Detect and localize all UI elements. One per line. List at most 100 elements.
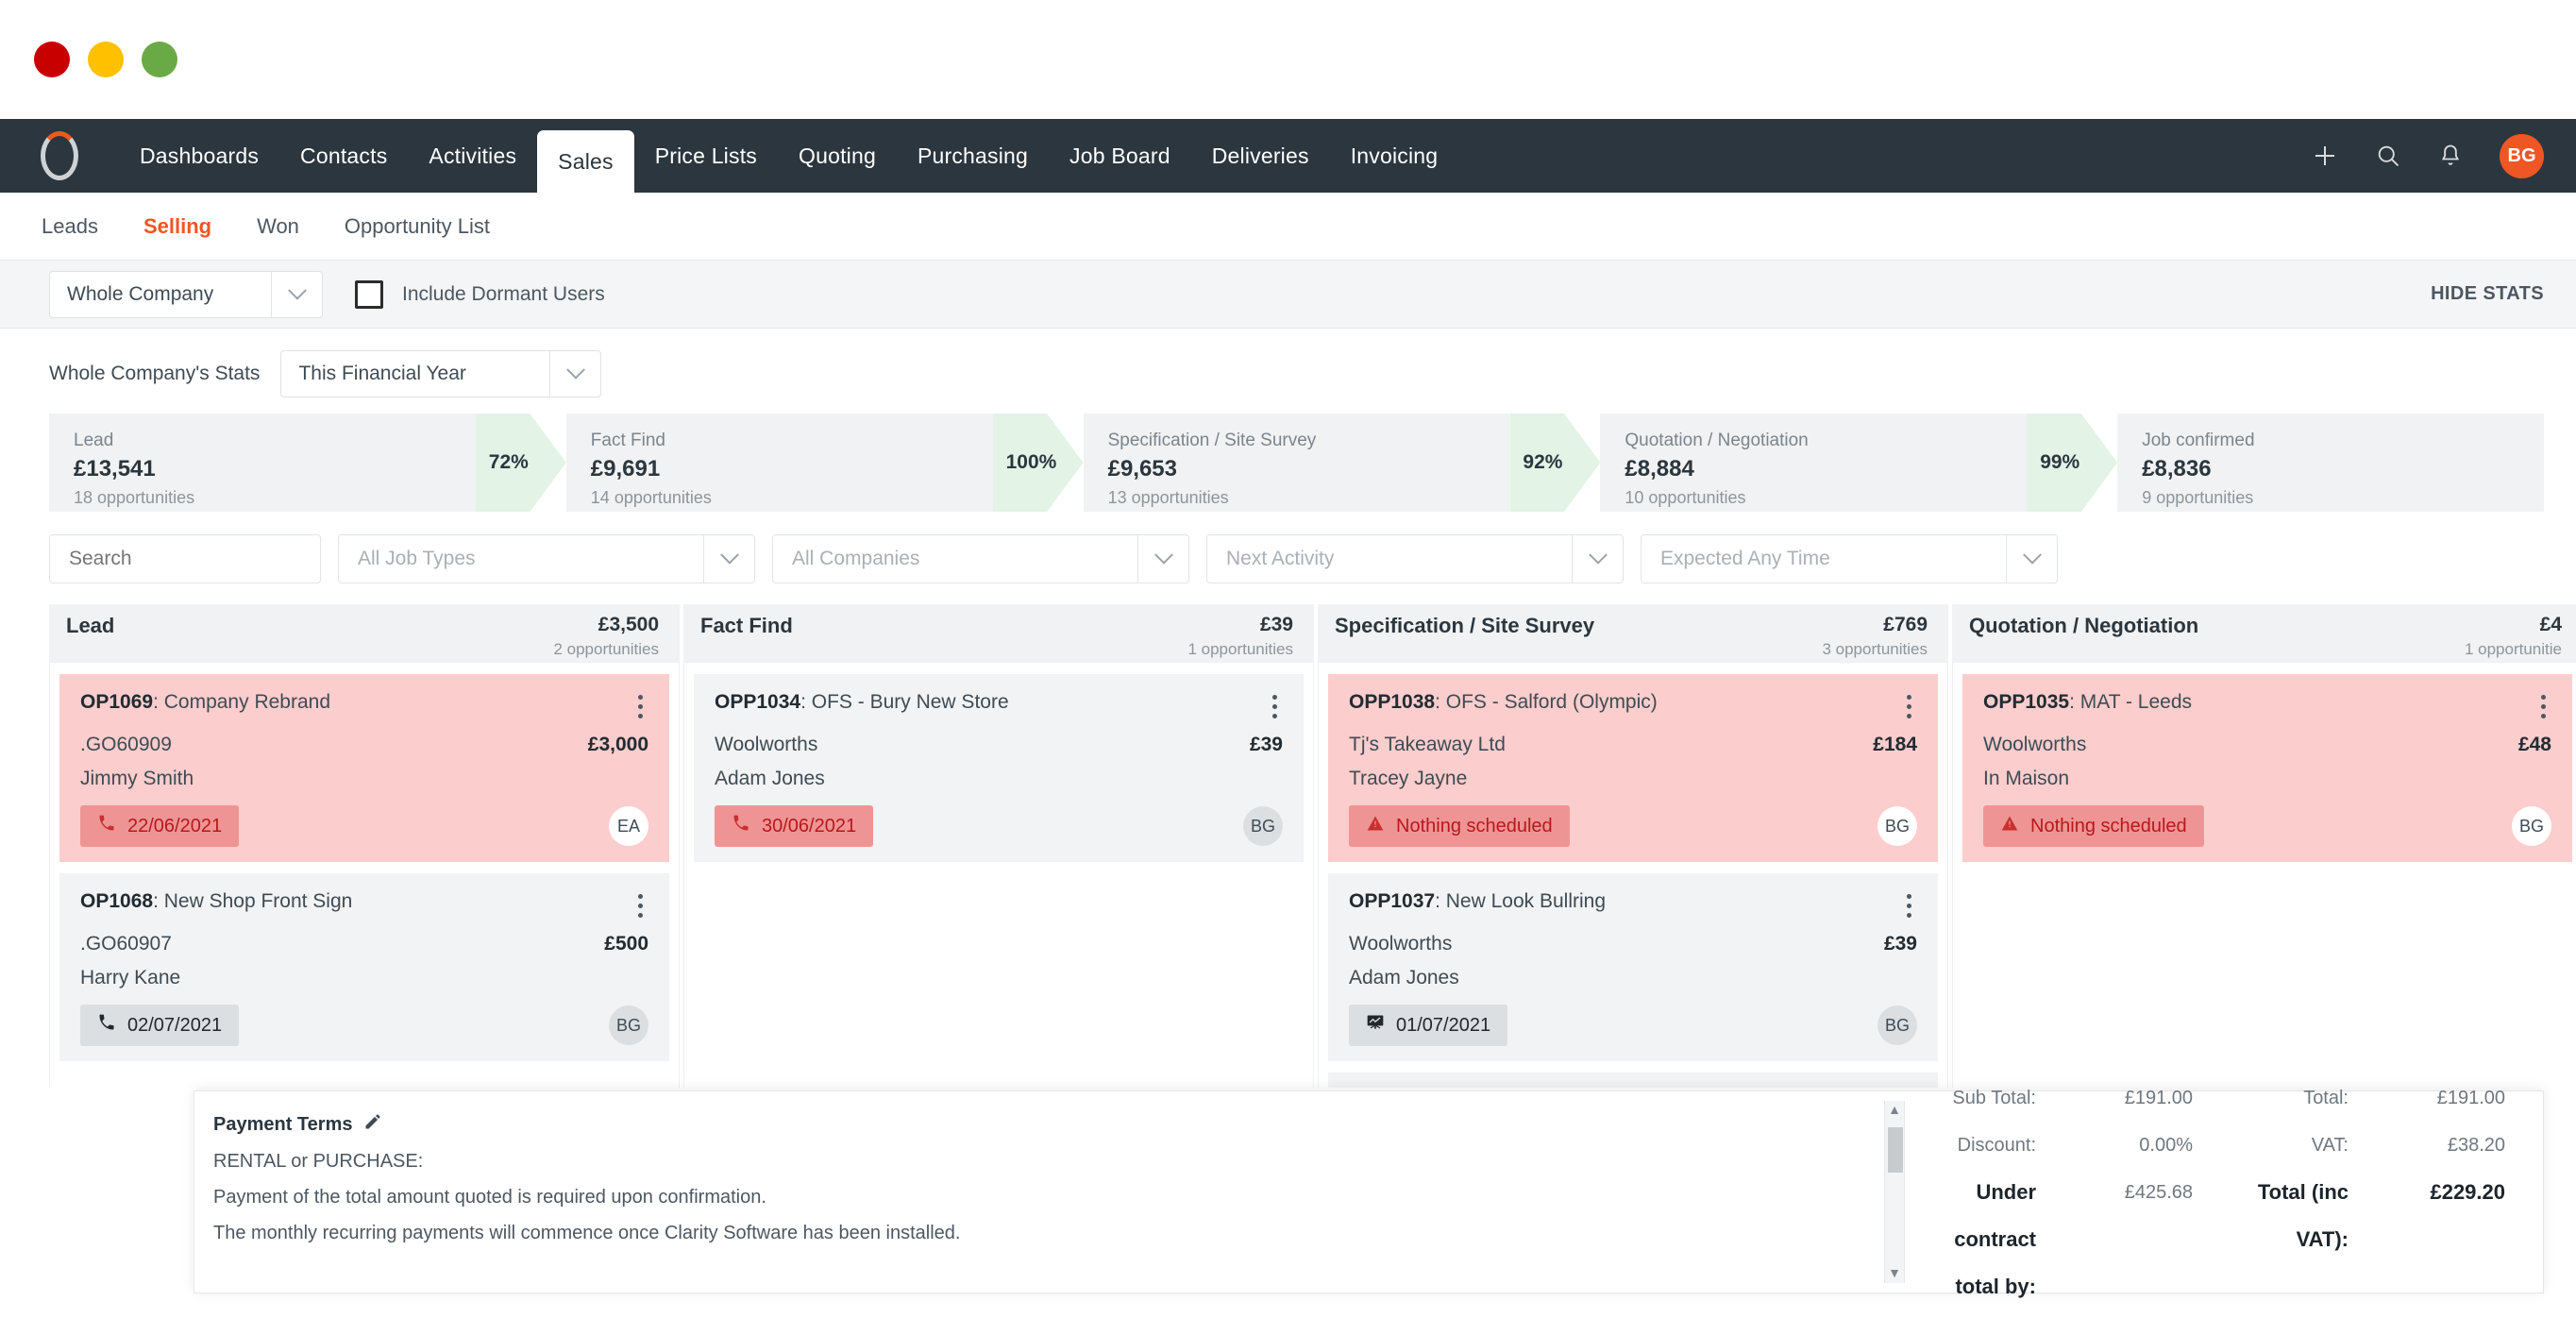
nav-item-activities[interactable]: Activities [408, 119, 537, 193]
under-contract-label: Under contract total by: [1954, 1179, 2036, 1298]
minimize-button[interactable] [88, 42, 124, 77]
chevron-down-icon[interactable] [1572, 535, 1623, 583]
chevron-down-icon[interactable] [271, 271, 322, 317]
column-cards[interactable]: OP1069: Company Rebrand .GO60909 £3,000 … [49, 663, 680, 1088]
stage-lead[interactable]: Lead £13,541 18 opportunities [49, 414, 476, 512]
nav-item-sales[interactable]: Sales [537, 130, 634, 193]
card-company: Tj's Takeaway Ltd [1349, 734, 1506, 755]
card-activity-pill[interactable]: 01/07/2021 [1349, 1005, 1508, 1046]
expected-time-select[interactable]: Expected Any Time [1641, 534, 2058, 583]
stats-period-select[interactable]: This Financial Year [280, 350, 602, 397]
stage-specification[interactable]: Specification / Site Survey £9,653 13 op… [1083, 414, 1510, 512]
titlebar [0, 0, 2576, 119]
stage-fact-find[interactable]: Fact Find £9,691 14 opportunities [565, 414, 993, 512]
terms-scrollbar[interactable]: ▲ ▼ [1884, 1101, 1905, 1283]
stage-value: £8,884 [1625, 456, 1694, 482]
search-input[interactable] [49, 534, 321, 583]
chevron-down-icon[interactable] [2006, 535, 2057, 583]
user-avatar[interactable]: BG [2500, 133, 2544, 178]
payment-terms-label: Payment Terms [213, 1113, 353, 1135]
card-owner-avatar[interactable]: BG [1877, 1005, 1917, 1045]
conversion-percent: 72% [488, 451, 529, 473]
bell-icon[interactable] [2437, 143, 2464, 169]
chevron-down-icon[interactable] [549, 351, 600, 397]
card-owner-avatar[interactable]: BG [2512, 806, 2551, 846]
column-cards[interactable]: OPP1035: MAT - Leeds Woolworths £48 In M… [1952, 663, 2576, 1088]
nav-item-contacts[interactable]: Contacts [279, 119, 408, 193]
pencil-icon[interactable] [363, 1112, 382, 1137]
stage-value: £8,836 [2142, 456, 2212, 482]
stage-quotation[interactable]: Quotation / Negotiation £8,884 10 opport… [1600, 414, 2028, 512]
vat-value: £38.20 [2447, 1134, 2505, 1156]
card-menu-icon[interactable] [632, 890, 648, 921]
add-icon[interactable] [2311, 142, 2339, 170]
include-dormant-checkbox[interactable] [355, 279, 383, 309]
card-owner-avatar[interactable]: BG [1877, 806, 1917, 846]
sub-navigation: Leads Selling Won Opportunity List [0, 193, 2576, 261]
opportunity-card[interactable]: OP1068: New Shop Front Sign .GO60907 £50… [59, 873, 669, 1061]
opportunity-card[interactable]: OPP1037: New Look Bullring Woolworths £3… [1328, 873, 1938, 1061]
app-logo[interactable] [28, 119, 91, 193]
next-activity-select[interactable]: Next Activity [1206, 534, 1624, 583]
company-select[interactable]: All Companies [772, 534, 1189, 583]
scroll-up-icon[interactable]: ▲ [1885, 1101, 1904, 1118]
search-icon[interactable] [2375, 143, 2401, 169]
subnav-item-selling[interactable]: Selling [143, 214, 211, 239]
subnav-item-opportunity-list[interactable]: Opportunity List [345, 214, 490, 239]
subnav-item-won[interactable]: Won [257, 214, 299, 239]
stage-job-confirmed[interactable]: Job confirmed £8,836 9 opportunities [2117, 414, 2544, 512]
nav-item-deliveries[interactable]: Deliveries [1191, 119, 1330, 193]
card-activity-pill[interactable]: 30/06/2021 [715, 805, 874, 847]
nav-item-purchasing[interactable]: Purchasing [897, 119, 1049, 193]
card-amount: £39 [1249, 734, 1283, 755]
chevron-down-icon[interactable] [703, 535, 754, 583]
card-person: Adam Jones [1349, 967, 1459, 988]
card-activity-pill[interactable]: 22/06/2021 [80, 805, 240, 847]
nav-item-job-board[interactable]: Job Board [1049, 119, 1191, 193]
hide-stats-button[interactable]: HIDE STATS [2431, 283, 2544, 305]
nav-item-price-lists[interactable]: Price Lists [634, 119, 778, 193]
opportunity-card[interactable]: OPP1034: OFS - Bury New Store Woolworths… [694, 674, 1304, 862]
card-ref-code: OP1069 [80, 691, 154, 713]
card-title: : New Shop Front Sign [153, 890, 353, 912]
card-menu-icon[interactable] [1267, 691, 1283, 722]
opportunity-card[interactable]: OPP1035: MAT - Leeds Woolworths £48 In M… [1962, 674, 2572, 862]
maximize-button[interactable] [142, 42, 177, 77]
card-menu-icon[interactable] [632, 691, 648, 722]
card-reference: OPP1034: OFS - Bury New Store [715, 691, 1009, 714]
card-activity-pill[interactable]: Nothing scheduled [1983, 805, 2204, 847]
card-amount: £3,000 [587, 734, 648, 755]
scroll-down-icon[interactable]: ▼ [1885, 1264, 1904, 1281]
card-activity-pill[interactable]: Nothing scheduled [1349, 805, 1570, 847]
chevron-down-icon[interactable] [1137, 535, 1188, 583]
card-menu-icon[interactable] [2535, 691, 2551, 722]
card-owner-avatar[interactable]: BG [609, 1005, 648, 1045]
payment-terms-line: RENTAL or PURCHASE: [213, 1151, 424, 1172]
opportunity-card[interactable]: OP1058: Banner Clarity Software (DEMO) £… [1328, 1073, 1938, 1088]
nav-item-invoicing[interactable]: Invoicing [1330, 119, 1459, 193]
job-type-value: All Job Types [358, 548, 476, 569]
card-owner-avatar[interactable]: BG [1243, 806, 1283, 846]
card-menu-icon[interactable] [1901, 890, 1917, 921]
column-cards[interactable]: OPP1038: OFS - Salford (Olympic) Tj's Ta… [1318, 663, 1948, 1088]
card-activity-pill[interactable]: 02/07/2021 [80, 1005, 240, 1046]
card-menu-icon[interactable] [1901, 691, 1917, 722]
phone-icon [732, 814, 750, 838]
scrollbar-thumb[interactable] [1888, 1127, 1903, 1173]
subnav-item-leads[interactable]: Leads [42, 214, 98, 239]
opportunity-card[interactable]: OPP1038: OFS - Salford (Olympic) Tj's Ta… [1328, 674, 1938, 862]
vat-label: VAT: [2311, 1134, 2349, 1156]
card-company: .GO60907 [80, 933, 172, 955]
column-total: £3,500 [598, 614, 659, 635]
nav-item-list: Dashboards Contacts Activities Sales Pri… [119, 119, 1458, 193]
card-ref-code: OPP1035 [1983, 691, 2070, 713]
nav-item-quoting[interactable]: Quoting [778, 119, 897, 193]
card-company: Woolworths [715, 734, 818, 755]
opportunity-card[interactable]: OP1069: Company Rebrand .GO60909 £3,000 … [59, 674, 669, 862]
column-cards[interactable]: OPP1034: OFS - Bury New Store Woolworths… [683, 663, 1314, 1088]
close-button[interactable] [34, 42, 70, 77]
card-owner-avatar[interactable]: EA [609, 806, 648, 846]
company-scope-select[interactable]: Whole Company [49, 270, 323, 318]
nav-item-dashboards[interactable]: Dashboards [119, 119, 279, 193]
job-type-select[interactable]: All Job Types [338, 534, 755, 583]
